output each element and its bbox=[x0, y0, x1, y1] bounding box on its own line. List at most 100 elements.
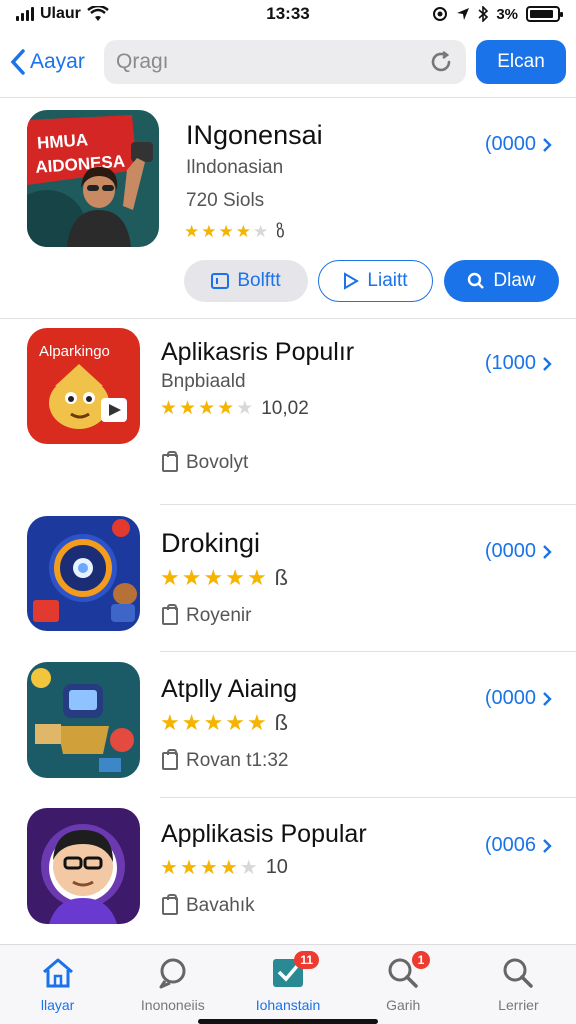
status-time: 13:33 bbox=[266, 4, 310, 23]
divider bbox=[0, 97, 576, 98]
tab-messages[interactable]: Inononeiis bbox=[115, 945, 230, 1024]
divider bbox=[160, 797, 576, 798]
chat-icon bbox=[159, 958, 186, 989]
star-icon: ★ bbox=[246, 710, 267, 735]
app-title: Aplikasris Populır bbox=[161, 338, 355, 366]
app-rating: ★ ★ ★ ★ ★ ß bbox=[160, 565, 288, 591]
app-icon[interactable]: Alparkingo bbox=[27, 328, 140, 444]
star-icon: ★ bbox=[179, 857, 198, 879]
price-text: (1000 bbox=[484, 352, 536, 374]
tab-updates[interactable]: 11 Iohanstain bbox=[230, 945, 345, 1024]
divider bbox=[0, 318, 576, 319]
divider bbox=[160, 651, 576, 652]
back-button[interactable]: Aayar bbox=[10, 48, 94, 76]
rating-count: 10 bbox=[265, 856, 288, 878]
price-text: (0000 bbox=[484, 540, 536, 562]
app-meta-text: Rovan t1:32 bbox=[186, 750, 289, 771]
featured-price-link[interactable]: (0000 bbox=[485, 133, 552, 156]
app-price-link[interactable]: (0000 bbox=[485, 540, 552, 563]
bag-icon bbox=[162, 749, 178, 770]
navigation-arrow-icon bbox=[457, 8, 470, 20]
search-input[interactable]: Qragı bbox=[104, 40, 466, 84]
tab-more[interactable]: Lerrier bbox=[461, 945, 576, 1024]
tab-label: Inononeiis bbox=[140, 997, 205, 1013]
action-button-1[interactable]: Bolftt bbox=[184, 260, 308, 302]
nav-bar: Aayar Qragı Elcan bbox=[0, 38, 576, 86]
status-bar: Ulaur 13:33 3% bbox=[0, 0, 576, 28]
featured-rating: ★ ★ ★ ★ ★ ზ bbox=[184, 222, 285, 242]
price-text: (0006 bbox=[484, 834, 536, 856]
price-text: (0000 bbox=[484, 133, 536, 155]
tab-badge: 1 bbox=[411, 951, 431, 969]
star-icon: ★ bbox=[225, 710, 245, 735]
action-button-2[interactable]: Liaitt bbox=[318, 260, 433, 302]
tab-bar: llayar Inononeiis 11 Iohanstain 1 Garih … bbox=[0, 944, 576, 1024]
app-icon[interactable] bbox=[27, 808, 140, 924]
rating-count: 10,02 bbox=[261, 397, 309, 419]
star-icon: ★ bbox=[203, 710, 224, 735]
featured-app-title: INgonensai bbox=[186, 120, 323, 150]
featured-app-size: 720 Siols bbox=[186, 190, 265, 211]
app-title: Drokingi bbox=[161, 528, 261, 558]
play-icon bbox=[344, 272, 360, 290]
featured-app-icon[interactable]: HMUA AIDONESA bbox=[27, 110, 159, 247]
star-icon: ★ bbox=[179, 398, 197, 419]
tab-label: Garih bbox=[386, 997, 421, 1013]
star-icon: ★ bbox=[181, 710, 202, 735]
star-icon: ★ bbox=[253, 222, 269, 241]
tab-label: Lerrier bbox=[498, 997, 539, 1013]
app-title: Applikasis Popular bbox=[161, 820, 367, 848]
action-button-3[interactable]: Dlaw bbox=[444, 260, 559, 302]
chevron-right-icon bbox=[543, 137, 552, 152]
star-icon: ★ bbox=[218, 222, 234, 241]
rating-count: ß bbox=[274, 565, 289, 590]
status-left: Ulaur bbox=[16, 5, 216, 23]
rating-count: ზ bbox=[276, 222, 285, 241]
star-icon: ★ bbox=[199, 857, 218, 879]
action-button-2-label: Liaitt bbox=[367, 270, 408, 291]
action-button-1-label: Bolftt bbox=[237, 270, 281, 291]
star-icon: ★ bbox=[246, 565, 267, 590]
signal-icon bbox=[16, 7, 34, 21]
app-price-link[interactable]: (0006 bbox=[485, 834, 552, 857]
home-indicator bbox=[198, 1019, 378, 1024]
tab-label: Iohanstain bbox=[255, 997, 321, 1013]
back-label: Aayar bbox=[30, 50, 85, 73]
app-meta-text: Royenir bbox=[186, 605, 252, 626]
primary-action-button[interactable]: Elcan bbox=[476, 40, 566, 84]
tab-badge: 11 bbox=[294, 951, 320, 969]
app-icon[interactable] bbox=[27, 516, 140, 631]
battery-level bbox=[530, 10, 554, 18]
window-icon bbox=[211, 273, 230, 289]
app-icon[interactable] bbox=[27, 662, 140, 778]
app-price-link[interactable]: (0000 bbox=[485, 687, 552, 710]
star-icon: ★ bbox=[225, 565, 245, 590]
star-icon: ★ bbox=[203, 565, 224, 590]
star-icon: ★ bbox=[198, 398, 216, 419]
featured-app-subtitle: Ilndonasian bbox=[186, 157, 284, 178]
app-meta: Bovolyt bbox=[162, 451, 248, 474]
star-icon: ★ bbox=[160, 398, 178, 419]
app-meta: Rovan t1:32 bbox=[162, 749, 289, 772]
app-meta: Bavahık bbox=[162, 894, 255, 917]
chevron-left-icon bbox=[10, 49, 25, 75]
app-title: Atplly Aiaing bbox=[161, 675, 298, 703]
star-icon: ★ bbox=[181, 565, 202, 590]
tab-search[interactable]: 1 Garih bbox=[346, 945, 461, 1024]
star-icon: ★ bbox=[235, 222, 251, 241]
app-meta-text: Bavahık bbox=[186, 895, 255, 916]
action-button-3-label: Dlaw bbox=[493, 270, 536, 291]
chevron-right-icon bbox=[543, 544, 552, 559]
divider bbox=[160, 504, 576, 505]
tab-home[interactable]: llayar bbox=[0, 945, 115, 1024]
bluetooth-icon bbox=[478, 6, 489, 22]
star-icon: ★ bbox=[184, 222, 200, 241]
app-meta: Royenir bbox=[162, 604, 252, 627]
location-icon bbox=[433, 7, 448, 21]
search-icon bbox=[468, 272, 485, 289]
featured-banner-line1: HMUA bbox=[36, 130, 88, 153]
star-icon: ★ bbox=[160, 710, 180, 735]
app-price-link[interactable]: (1000 bbox=[485, 352, 552, 375]
star-icon: ★ bbox=[160, 857, 178, 879]
refresh-icon[interactable] bbox=[428, 49, 454, 75]
